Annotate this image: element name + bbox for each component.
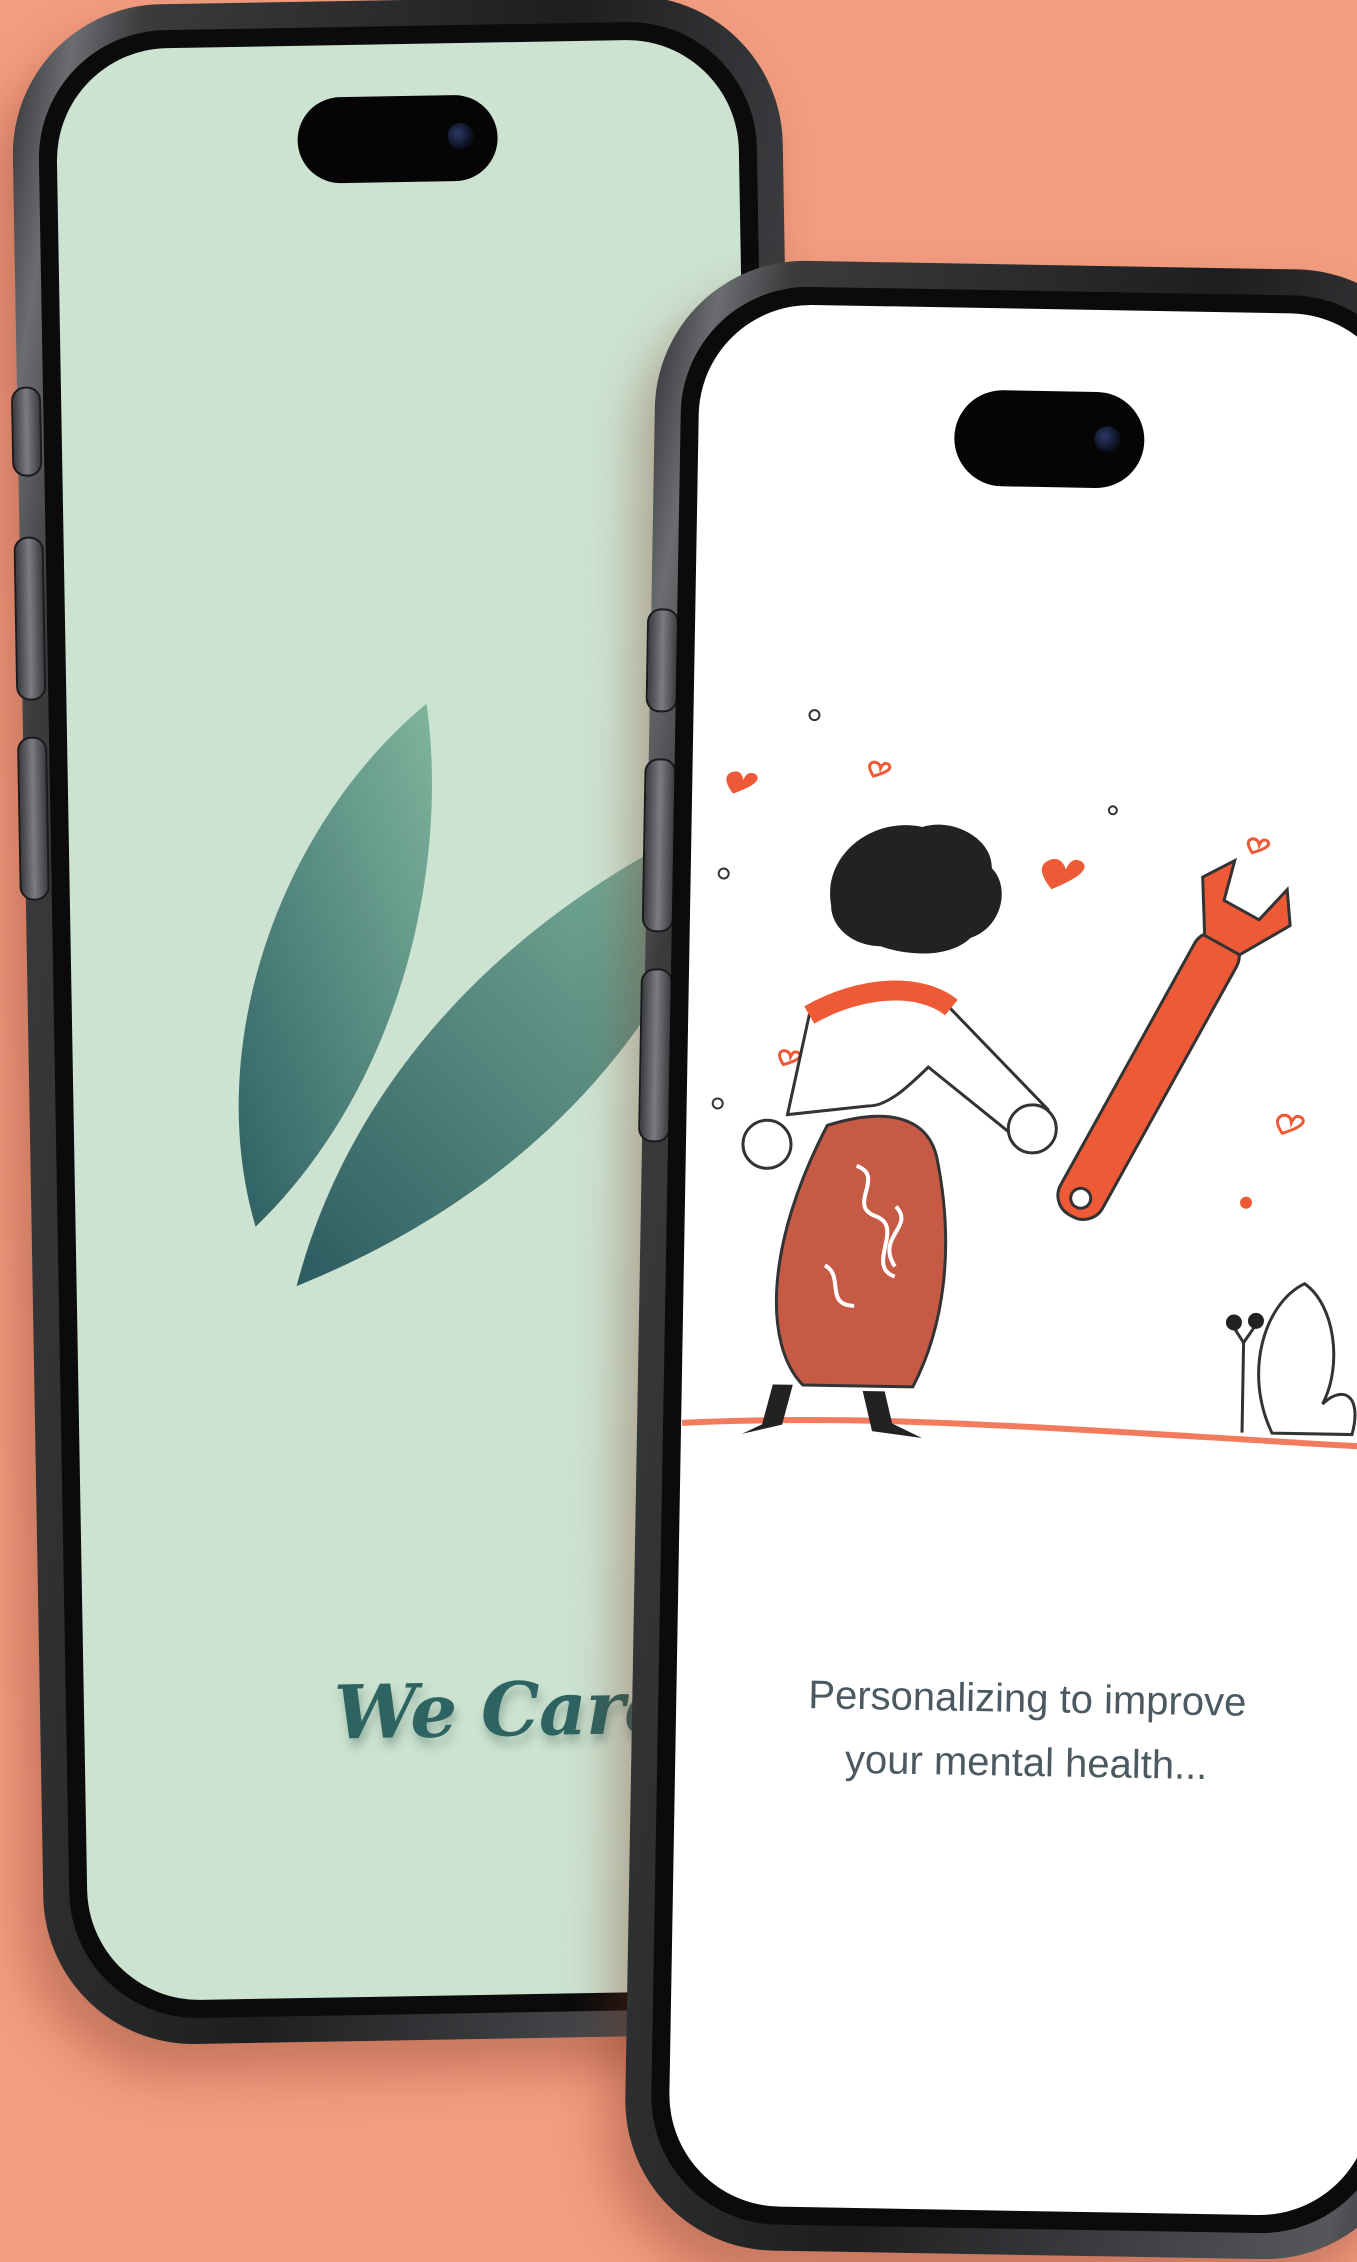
person-holding-wrench-illustration [681,709,1357,1451]
silent-switch [645,608,680,713]
wrench-icon [1056,857,1292,1221]
flower-icon [1232,1326,1256,1433]
camera-icon [447,122,474,150]
heart-icon [1246,837,1271,855]
dot-icon [717,867,730,880]
hair [830,824,1002,954]
dot-icon [1240,1196,1253,1209]
heart-icon [868,760,892,778]
dynamic-island [296,94,499,184]
volume-up-button [13,536,47,701]
dress [774,1114,948,1389]
camera-icon [1094,425,1121,453]
message-line-2: your mental health... [844,1737,1208,1789]
dot-icon [1107,805,1118,816]
heart-icon [1275,1113,1305,1136]
dot-icon [711,1097,724,1110]
onboarding-screen: Personalizing to improve your mental hea… [667,303,1357,2217]
ground-line [681,1416,1357,1451]
left-fist [741,1118,793,1170]
right-fist [1006,1103,1058,1155]
heart-icon [1041,858,1085,890]
volume-down-button [16,736,50,901]
onboarding-phone: Personalizing to improve your mental hea… [622,258,1357,2262]
phone-bezel: Personalizing to improve your mental hea… [649,284,1357,2236]
shoe [741,1384,793,1434]
dot-icon [808,709,821,722]
silent-switch [10,386,43,477]
heart-icon [726,771,758,794]
dynamic-island [953,389,1146,489]
heart-icon [778,1049,802,1067]
loading-message: Personalizing to improve your mental hea… [675,1661,1357,1801]
shoe [862,1391,922,1439]
plant-icon [1257,1281,1357,1437]
